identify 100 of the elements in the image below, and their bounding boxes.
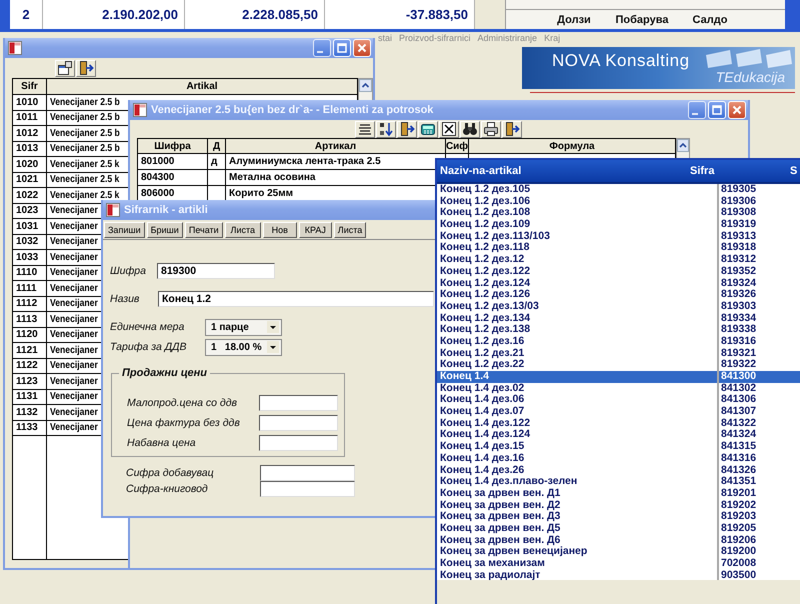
minimize-button[interactable] <box>313 39 331 57</box>
list-row[interactable]: Конец 1.2 дез.109 819319 <box>437 219 800 231</box>
table-cell: 1122 <box>13 358 47 373</box>
list-row[interactable]: Конец 1.2 дез.118 819318 <box>437 242 800 254</box>
caret-icon <box>267 321 279 333</box>
toolbar-button[interactable]: Листа <box>334 222 366 238</box>
list-row[interactable]: Конец 1.4 дез.16 841316 <box>437 452 800 464</box>
list-row[interactable]: Конец 1.4 дез.02 841302 <box>437 382 800 394</box>
list-row[interactable]: Конец 1.2 дез.124 819324 <box>437 278 800 290</box>
list-row[interactable]: Конец за дрвен венецијанер 819200 <box>437 546 800 558</box>
list-row[interactable]: Конец 1.2 дез.134 819334 <box>437 312 800 324</box>
list-row[interactable]: Конец 1.4 дез.плаво-зелен 841351 <box>437 476 800 488</box>
table-cell: Venecijaner <box>50 422 98 434</box>
input-field[interactable] <box>259 415 338 431</box>
app-icon <box>133 103 147 117</box>
find-button[interactable] <box>460 120 480 138</box>
table-cell: Venecijaner <box>50 252 98 263</box>
input-field[interactable] <box>260 465 355 481</box>
table-cell: 1011 <box>13 110 47 125</box>
table-cell: Venecijaner <box>50 344 98 356</box>
scroll-up-icon[interactable] <box>677 139 689 152</box>
cross-icon <box>441 121 457 137</box>
list-row[interactable]: Конец 1.4 дез.124 841324 <box>437 429 800 442</box>
app-icon <box>106 203 120 217</box>
list-row[interactable]: Конец 1.4 дез.15 841315 <box>437 441 800 453</box>
door-icon <box>78 60 94 76</box>
table-cell: 1131 <box>13 390 47 404</box>
delete-button[interactable] <box>439 120 459 138</box>
door-icon <box>399 121 415 137</box>
column-header: Долзи <box>556 14 592 26</box>
logo-tagline: TEdukacija <box>716 70 785 84</box>
field-label: Сифра добавувац <box>126 467 215 479</box>
exit-button[interactable] <box>502 120 522 138</box>
column-header: Д <box>208 139 226 153</box>
list-row[interactable]: Конец за радиолајт 903500 <box>437 570 800 580</box>
table-cell: 1120 <box>13 328 47 342</box>
toolbar-button[interactable]: Бриши <box>146 222 183 238</box>
field-label: Цена фактура без ддв <box>127 417 241 429</box>
field-label: Сифра-книговод <box>126 483 209 495</box>
window-button[interactable] <box>55 60 75 76</box>
input-field[interactable]: 819300 <box>157 263 275 279</box>
list-row[interactable]: Конец 1.4 дез.06 841306 <box>437 394 800 406</box>
list-row[interactable]: Конец 1.2 дез.16 819316 <box>437 336 800 348</box>
list-row[interactable]: Конец за дрвен вен. Д2 819202 <box>437 500 800 512</box>
table-cell: 1023 <box>13 204 47 218</box>
list-row[interactable]: Конец 1.2 дез.105 819305 <box>437 184 800 196</box>
list-row[interactable]: Конец 1.4 дез.122 841322 <box>437 418 800 430</box>
list-row[interactable]: Конец 1.2 дез.108 819308 <box>437 207 800 220</box>
list-row[interactable]: Конец за дрвен вен. Д1 819201 <box>437 488 800 500</box>
table-cell: 1123 <box>13 374 47 388</box>
dropdown-field[interactable]: 1 18.00 % <box>205 338 282 356</box>
input-field[interactable] <box>260 481 355 497</box>
list-row[interactable]: Конец 1.2 дез.113/103 819313 <box>437 230 800 242</box>
exit-button[interactable] <box>76 60 96 76</box>
list-row[interactable]: Конец за дрвен вен. Д3 819203 <box>437 511 800 523</box>
table-cell: 1021 <box>13 172 47 187</box>
minimize-button[interactable] <box>688 101 706 119</box>
exit-button[interactable] <box>397 120 417 138</box>
list-row[interactable]: Конец за дрвен вен. Д6 819206 <box>437 534 800 546</box>
input-field[interactable] <box>259 395 338 411</box>
window-title: Sifrarnik - artikli <box>124 204 208 216</box>
column-header[interactable]: S <box>787 165 798 177</box>
list-row[interactable]: Конец 1.4 841300 <box>437 371 800 383</box>
column-header: Artikal <box>185 80 219 94</box>
print-button[interactable] <box>481 120 501 138</box>
toolbar-button[interactable]: КРАЈ <box>298 222 332 238</box>
close-button[interactable] <box>728 101 746 119</box>
scroll-up-icon[interactable] <box>359 79 372 92</box>
table-cell: 1022 <box>13 188 47 202</box>
table-cell: 1012 <box>13 126 47 140</box>
list-row[interactable]: Конец 1.2 дез.13/03 819303 <box>437 300 800 313</box>
table-cell: 1111 <box>13 281 47 296</box>
table-cell: Venecijaner <box>50 376 98 387</box>
list-row[interactable]: Конец 1.2 дез.21 819321 <box>437 348 800 360</box>
table-cell: 1032 <box>13 234 47 249</box>
input-field[interactable] <box>259 435 338 451</box>
list-row[interactable]: Конец 1.2 дез.138 819338 <box>437 324 800 336</box>
column-header[interactable]: Sifra <box>687 165 787 177</box>
list-row[interactable]: Конец 1.2 дез.106 819306 <box>437 196 800 208</box>
list-row[interactable]: Конец за механизам 702008 <box>437 558 800 570</box>
list-row[interactable]: Конец 1.2 дез.122 819352 <box>437 266 800 278</box>
input-field[interactable]: Конец 1.2 <box>158 291 434 307</box>
toolbar-button[interactable]: Запиши <box>104 222 145 238</box>
list-row[interactable]: Конец 1.4 дез.07 841307 <box>437 406 800 418</box>
list-row[interactable]: Конец за дрвен вен. Д5 819205 <box>437 522 800 535</box>
maximize-button[interactable] <box>333 39 351 57</box>
column-header: Формула <box>548 140 596 153</box>
list-row[interactable]: Конец 1.4 дез.26 841326 <box>437 464 800 476</box>
list-row[interactable]: Конец 1.2 дез.126 819326 <box>437 289 800 301</box>
close-button[interactable] <box>353 39 371 57</box>
maximize-button[interactable] <box>708 101 726 119</box>
toolbar-button[interactable]: Листа <box>224 222 261 238</box>
dropdown-field[interactable]: 1 парце <box>205 318 282 336</box>
calculator-button[interactable] <box>418 120 438 138</box>
align-button[interactable] <box>355 120 375 138</box>
list-row[interactable]: Конец 1.2 дез.12 819312 <box>437 254 800 266</box>
toolbar-button[interactable]: Нов <box>262 222 297 238</box>
sort-button[interactable] <box>376 120 396 138</box>
toolbar-button[interactable]: Печати <box>184 222 223 238</box>
app-icon <box>8 41 22 55</box>
